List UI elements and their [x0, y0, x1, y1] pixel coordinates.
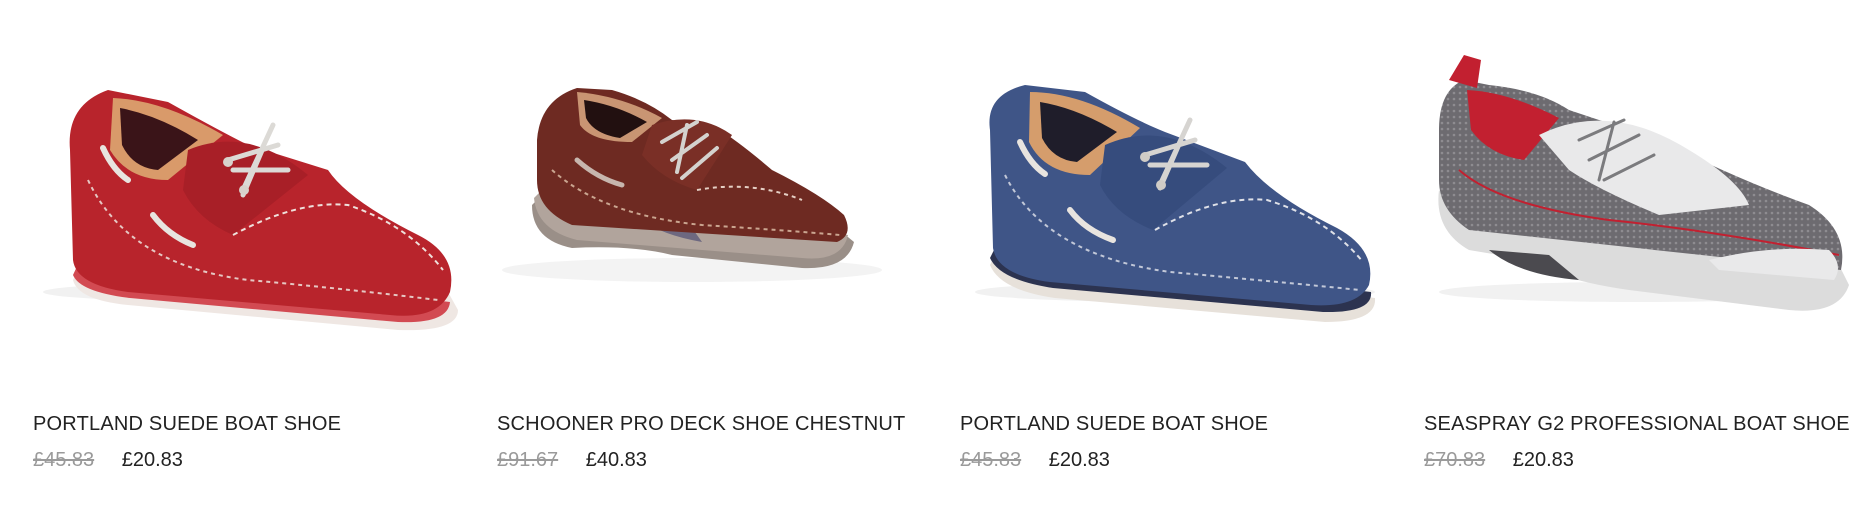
product-title-link[interactable]: SEASPRAY G2 PROFESSIONAL BOAT SHOE — [1424, 413, 1850, 436]
sale-price: £20.83 — [1512, 449, 1574, 471]
product-title-link[interactable]: PORTLAND SUEDE BOAT SHOE — [33, 413, 341, 436]
product-card[interactable]: PORTLAND SUEDE BOAT SHOE £45.83 £20.83 — [18, 0, 458, 518]
navy-suede-boat-shoe-image — [975, 85, 1376, 322]
sale-price: £40.83 — [585, 449, 647, 471]
product-card[interactable]: PORTLAND SUEDE BOAT SHOE £45.83 £20.83 — [945, 0, 1385, 518]
price-row: £45.83 £20.83 — [960, 449, 1110, 472]
price-row: £70.83 £20.83 — [1424, 449, 1574, 472]
original-price: £45.83 — [960, 449, 1022, 471]
product-card[interactable]: SEASPRAY G2 PROFESSIONAL BOAT SHOE £70.8… — [1409, 0, 1850, 518]
product-grid: PORTLAND SUEDE BOAT SHOE £45.83 £20.83 S… — [0, 0, 1856, 518]
sale-price: £20.83 — [121, 449, 183, 471]
product-card[interactable]: SCHOONER PRO DECK SHOE CHESTNUT £91.67 £… — [482, 0, 922, 518]
sale-price: £20.83 — [1048, 449, 1110, 471]
original-price: £91.67 — [497, 449, 559, 471]
price-row: £45.83 £20.83 — [33, 449, 183, 472]
red-suede-boat-shoe-image — [43, 90, 458, 331]
product-title-link[interactable]: SCHOONER PRO DECK SHOE CHESTNUT — [497, 413, 905, 436]
chestnut-leather-deck-shoe-image — [502, 88, 882, 282]
product-image-link[interactable] — [945, 30, 1385, 360]
price-row: £91.67 £40.83 — [497, 449, 647, 472]
grey-mesh-sport-boat-shoe-image — [1438, 55, 1849, 311]
product-image-link[interactable] — [482, 30, 922, 360]
product-image-link[interactable] — [1409, 30, 1849, 360]
original-price: £70.83 — [1424, 449, 1486, 471]
product-title-link[interactable]: PORTLAND SUEDE BOAT SHOE — [960, 413, 1268, 436]
original-price: £45.83 — [33, 449, 95, 471]
product-image-link[interactable] — [18, 30, 458, 360]
